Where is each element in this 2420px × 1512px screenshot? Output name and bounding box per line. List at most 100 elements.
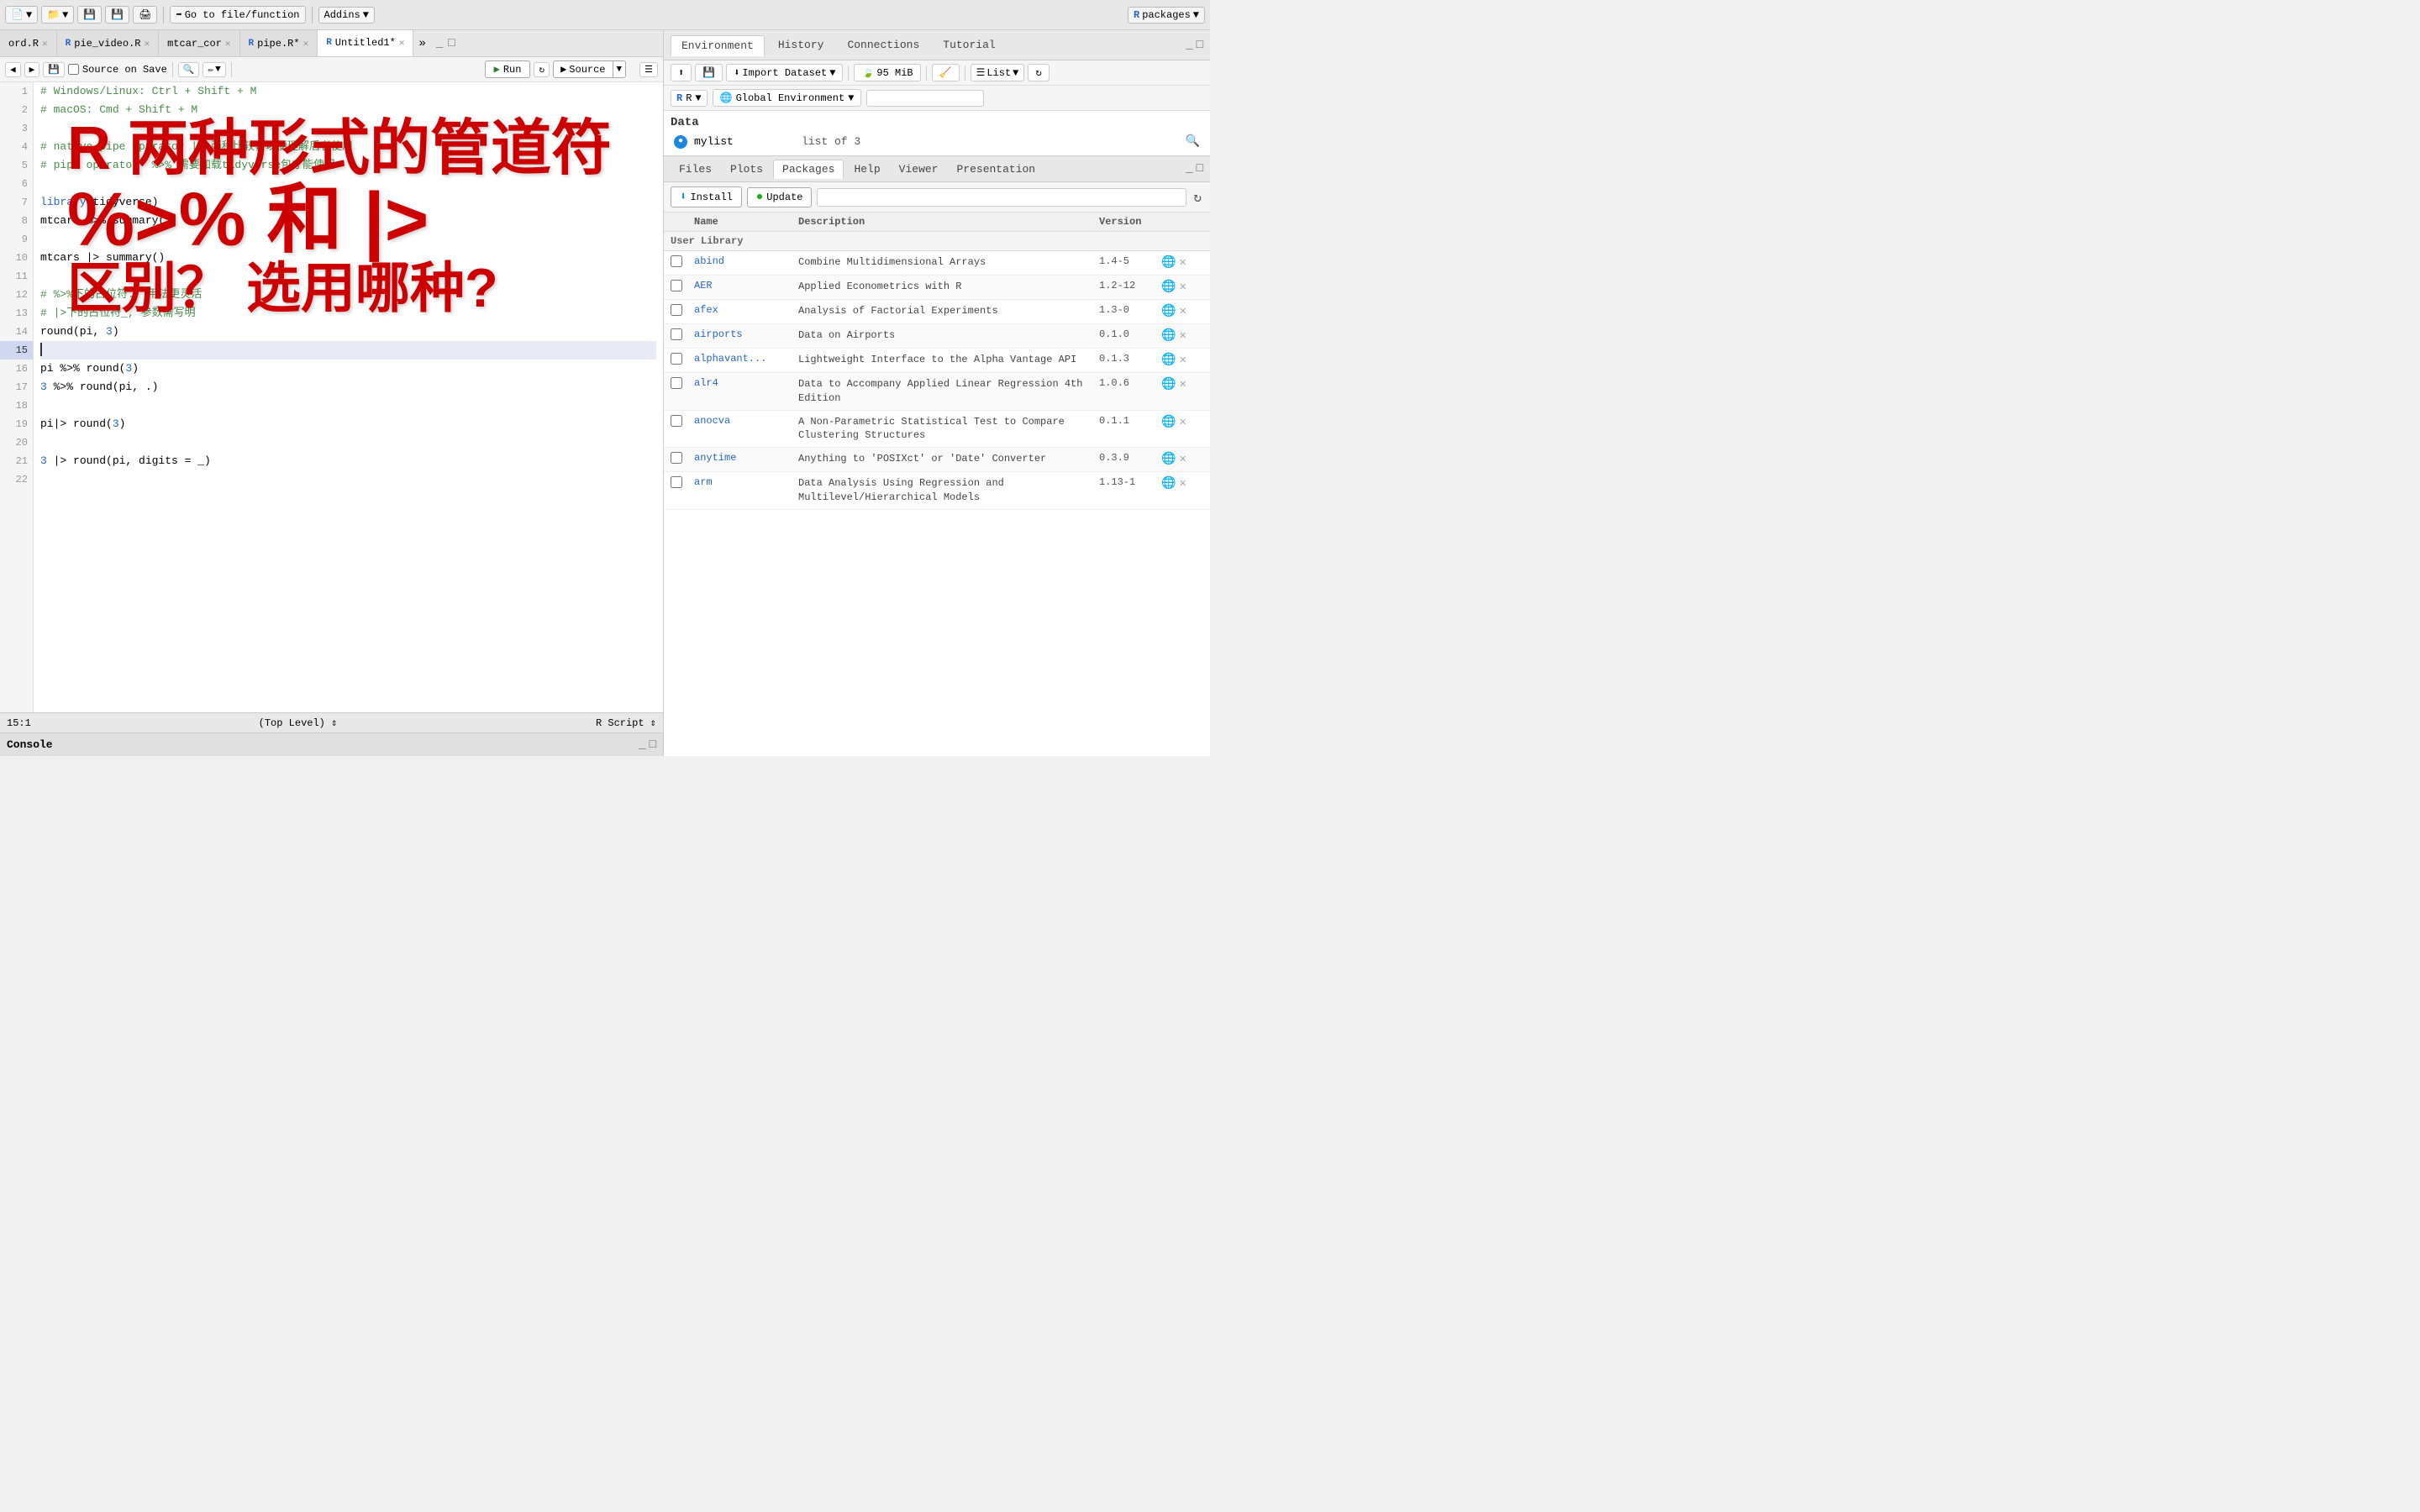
pkg-web-alphavant...[interactable]: 🌐 [1161,353,1176,367]
pkg-web-arm[interactable]: 🌐 [1161,476,1176,491]
print-button[interactable]: 🖨 [133,6,157,24]
pkg-del-anytime[interactable]: ✕ [1179,452,1186,466]
packages-search-input[interactable] [817,188,1186,207]
tab-mtcar-close[interactable]: ✕ [225,38,231,50]
addins-button[interactable]: Addins ▼ [318,7,375,24]
pkg-checkbox-alphavant...[interactable] [671,353,682,365]
env-search-input[interactable] [866,90,984,107]
pkg-del-alphavant...[interactable]: ✕ [1179,353,1186,367]
pkg-name-alphavant...[interactable]: alphavant... [694,353,795,365]
go-to-file-button[interactable]: ➡ Go to file/function [170,6,305,24]
data-search-icon[interactable]: 🔍 [1186,134,1200,149]
tab-packages[interactable]: Packages [773,160,844,179]
forward-button[interactable]: ▶ [24,62,40,77]
code-content[interactable]: # Windows/Linux: Ctrl + Shift + M # macO… [34,82,663,712]
pkg-del-abind[interactable]: ✕ [1179,255,1186,270]
maximize-editor-button[interactable]: □ [446,35,456,52]
pkg-web-abind[interactable]: 🌐 [1161,255,1176,270]
open-button[interactable]: 📁 ▼ [41,6,74,24]
find-button[interactable]: 🔍 [178,62,200,77]
console-minimize[interactable]: _ [639,738,645,752]
tab-files[interactable]: Files [671,160,720,178]
load-workspace-button[interactable]: ⬆ [671,64,692,81]
tab-connections[interactable]: Connections [837,35,929,55]
tab-mtcar[interactable]: mtcar_cor ✕ [159,30,239,57]
packages-button[interactable]: R packages ▼ [1128,7,1205,24]
tab-plots[interactable]: Plots [722,160,771,178]
code-editor[interactable]: 1 2 3 4 5 6 7 8 9 10 11 12 13 14 15 16 1… [0,82,663,712]
packages-refresh-button[interactable]: ↻ [1192,187,1203,207]
list-view-button[interactable]: ☰ List ▼ [971,64,1025,81]
save-workspace-button[interactable]: 💾 [695,64,723,81]
script-type[interactable]: R Script ⇕ [596,717,656,729]
run-button[interactable]: ▶ Run [485,60,531,78]
tab-pipe-close[interactable]: ✕ [303,38,309,50]
pkg-checkbox-afex[interactable] [671,304,682,316]
global-env-dropdown[interactable]: 🌐 Global Environment ▼ [713,89,862,107]
console-maximize[interactable]: □ [650,738,656,752]
pkg-checkbox-arm[interactable] [671,476,682,488]
r-version-dropdown[interactable]: R R ▼ [671,90,708,107]
pkg-name-afex[interactable]: afex [694,304,795,316]
source-dropdown-button[interactable]: ▼ [613,61,626,77]
broom-button[interactable]: 🧹 [932,64,960,81]
pkg-checkbox-anocva[interactable] [671,415,682,427]
tab-pie-video[interactable]: R pie_video.R ✕ [57,30,159,57]
right-minimize-button[interactable]: _ [1186,39,1192,52]
pkg-web-anocva[interactable]: 🌐 [1161,415,1176,429]
pkg-del-anocva[interactable]: ✕ [1179,415,1186,429]
pkg-checkbox-anytime[interactable] [671,452,682,464]
tab-pie-close[interactable]: ✕ [144,38,150,50]
align-button[interactable]: ☰ [639,62,658,77]
import-dataset-button[interactable]: ⬇ Import Dataset ▼ [726,64,843,81]
minimize-editor-button[interactable]: _ [434,35,445,52]
pkg-web-anytime[interactable]: 🌐 [1161,452,1176,466]
save-file-button[interactable]: 💾 [43,62,65,77]
pkg-name-airports[interactable]: airports [694,328,795,340]
new-file-button[interactable]: 📄 ▼ [5,6,38,24]
pkg-name-anocva[interactable]: anocva [694,415,795,427]
tab-help[interactable]: Help [845,160,888,178]
tab-viewer[interactable]: Viewer [891,160,947,178]
tools-button[interactable]: ✏ ▼ [203,62,225,77]
pkg-name-arm[interactable]: arm [694,476,795,488]
save-button[interactable]: 💾 [77,6,102,24]
mylist-name[interactable]: mylist [694,135,795,148]
source-on-save-checkbox[interactable] [68,64,79,75]
tab-environment[interactable]: Environment [671,35,765,56]
back-button[interactable]: ◀ [5,62,21,77]
pkg-del-AER[interactable]: ✕ [1179,280,1186,294]
pkg-name-abind[interactable]: abind [694,255,795,267]
pkg-del-airports[interactable]: ✕ [1179,328,1186,343]
tab-presentation[interactable]: Presentation [948,160,1044,178]
pkg-web-AER[interactable]: 🌐 [1161,280,1176,294]
rerun-button[interactable]: ↻ [534,62,550,77]
pkg-name-AER[interactable]: AER [694,280,795,291]
pkg-checkbox-AER[interactable] [671,280,682,291]
pkg-checkbox-abind[interactable] [671,255,682,267]
pkg-web-airports[interactable]: 🌐 [1161,328,1176,343]
tab-untitled-close[interactable]: ✕ [399,37,405,49]
right-maximize-button[interactable]: □ [1197,39,1203,52]
tab-tutorial[interactable]: Tutorial [933,35,1005,55]
pkg-del-alr4[interactable]: ✕ [1179,377,1186,391]
pkg-checkbox-alr4[interactable] [671,377,682,389]
tab-overflow-button[interactable]: » [413,37,430,50]
save-all-button[interactable]: 💾 [105,6,129,24]
pkg-checkbox-airports[interactable] [671,328,682,340]
bottom-maximize[interactable]: □ [1197,162,1203,176]
bottom-minimize[interactable]: _ [1186,162,1192,176]
tab-history[interactable]: History [768,35,834,55]
tab-ord-close[interactable]: ✕ [42,38,48,50]
install-packages-button[interactable]: ⬇ Install [671,186,742,207]
update-packages-button[interactable]: ● Update [747,187,813,207]
pkg-web-alr4[interactable]: 🌐 [1161,377,1176,391]
pkg-name-alr4[interactable]: alr4 [694,377,795,389]
pkg-name-anytime[interactable]: anytime [694,452,795,464]
source-button[interactable]: ▶ Source [554,61,612,77]
code-level[interactable]: (Top Level) ⇕ [259,717,338,729]
pkg-web-afex[interactable]: 🌐 [1161,304,1176,318]
source-on-save-checkbox-label[interactable]: Source on Save [68,64,167,76]
pkg-del-arm[interactable]: ✕ [1179,476,1186,491]
pkg-del-afex[interactable]: ✕ [1179,304,1186,318]
